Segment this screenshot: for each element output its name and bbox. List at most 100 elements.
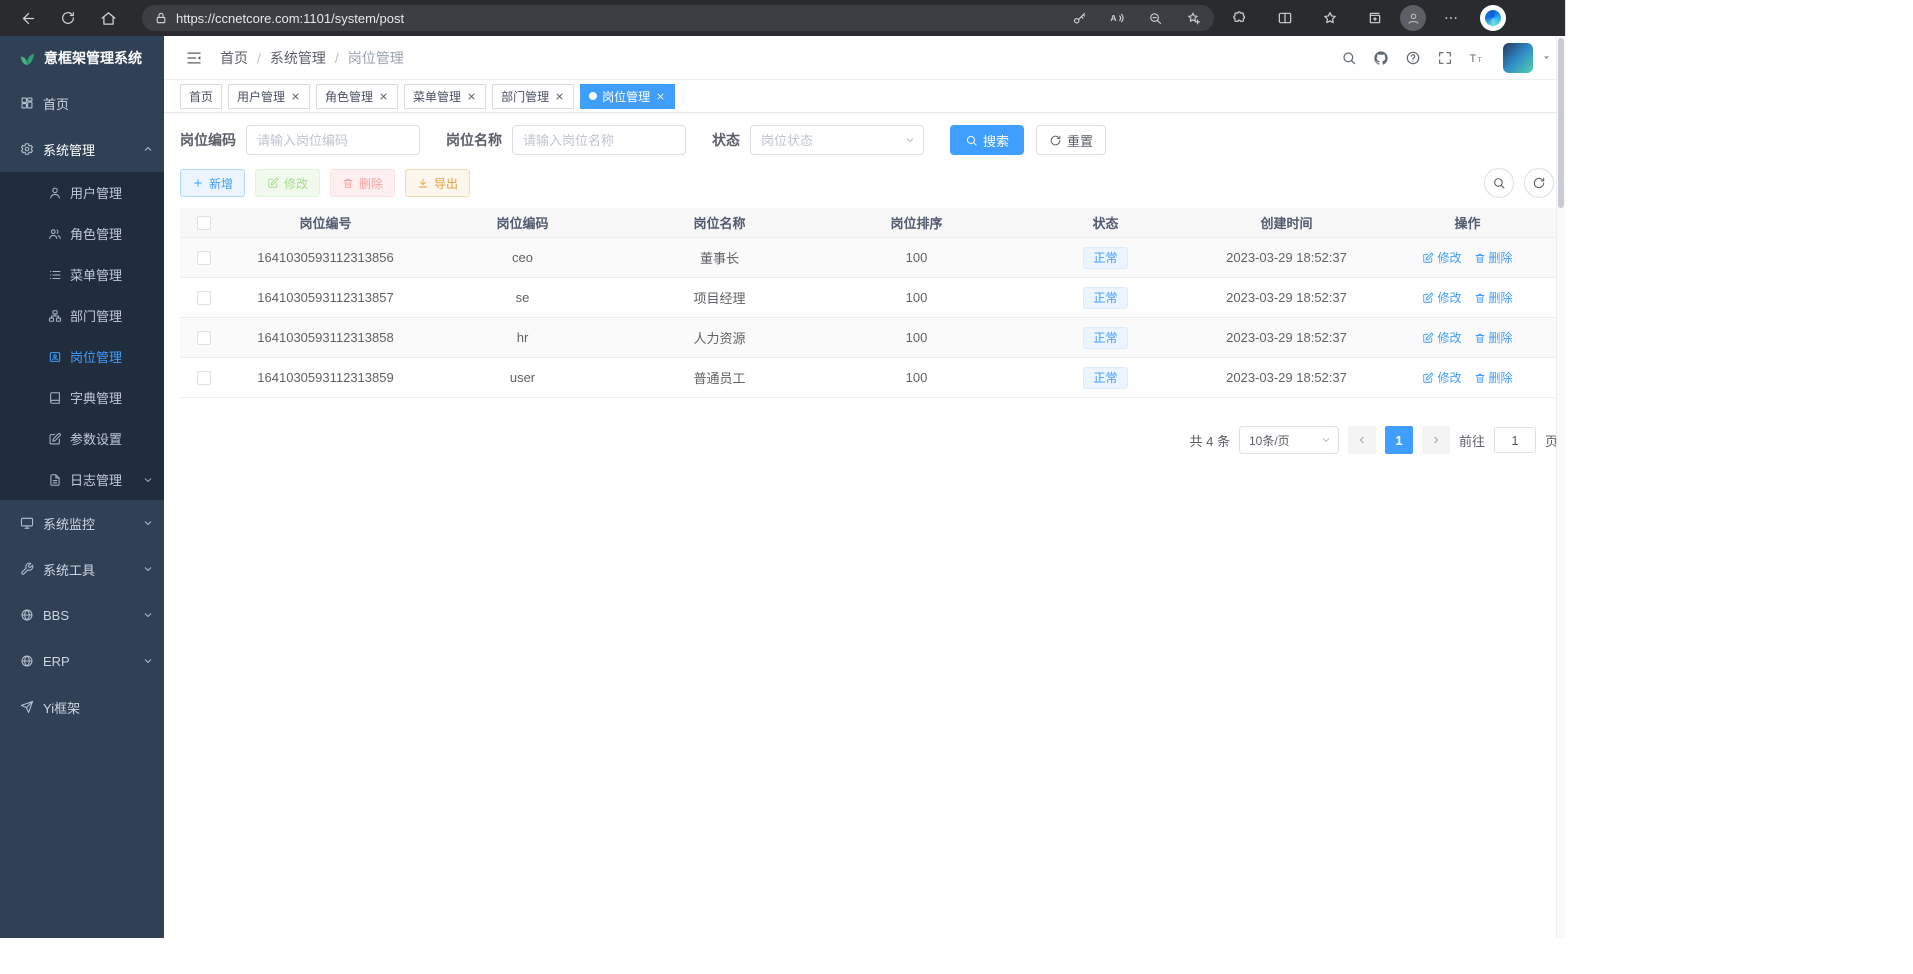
browser-profile-avatar[interactable] [1400,5,1426,31]
refresh-table-button[interactable] [1524,168,1554,198]
table-header-row: 岗位编号 岗位编码 岗位名称 岗位排序 状态 创建时间 操作 [180,208,1558,238]
site-security-icon[interactable] [154,11,168,25]
plus-icon [192,177,204,189]
table-row: 1641030593112313858 hr 人力资源 100 正常 2023-… [180,318,1558,358]
row-checkbox[interactable] [197,291,211,305]
row-edit-link[interactable]: 修改 [1422,289,1461,306]
zoom-out-button[interactable] [1140,6,1170,30]
sidebar-item-dept-management[interactable]: 部门管理 [0,295,164,336]
read-aloud-button[interactable]: A [1102,6,1132,30]
split-screen-button[interactable] [1265,3,1305,33]
search-button-label: 搜索 [983,131,1009,150]
row-delete-link[interactable]: 删除 [1474,369,1513,386]
page-scrollbar[interactable] [1556,36,1565,938]
close-icon[interactable] [554,91,565,102]
sidebar-item-role-management[interactable]: 角色管理 [0,213,164,254]
sidebar-item-yi-framework[interactable]: Yi框架 [0,684,164,730]
tab-home[interactable]: 首页 [180,84,222,109]
sidebar-item-user-management[interactable]: 用户管理 [0,172,164,213]
tab-menu-management[interactable]: 菜单管理 [404,84,486,109]
row-checkbox[interactable] [197,371,211,385]
url-text[interactable]: https://ccnetcore.com:1101/system/post [176,11,1056,26]
user-avatar[interactable] [1503,43,1533,73]
extensions-button[interactable] [1220,3,1260,33]
page-number-button[interactable]: 1 [1385,426,1413,454]
sidebar-item-param-settings[interactable]: 参数设置 [0,418,164,459]
row-delete-link[interactable]: 删除 [1474,289,1513,306]
row-edit-link[interactable]: 修改 [1422,249,1461,266]
sidebar-item-home[interactable]: 首页 [0,80,164,126]
sidebar-collapse-button[interactable] [178,42,210,74]
delete-link-label: 删除 [1489,369,1513,386]
row-checkbox[interactable] [197,251,211,265]
scrollbar-thumb[interactable] [1558,38,1564,208]
edit-button[interactable]: 修改 [255,169,320,197]
favorites-button[interactable] [1310,3,1350,33]
collections-button[interactable] [1355,3,1395,33]
sidebar-item-log-management[interactable]: 日志管理 [0,459,164,500]
sidebar-item-label: 菜单管理 [70,265,122,284]
close-icon[interactable] [655,91,666,102]
status-select-input[interactable] [750,125,924,155]
browser-refresh-button[interactable] [48,3,88,33]
row-delete-link[interactable]: 删除 [1474,329,1513,346]
sidebar-item-system-monitor[interactable]: 系统监控 [0,500,164,546]
sidebar-item-erp[interactable]: ERP [0,638,164,684]
next-page-button[interactable] [1422,426,1450,454]
sidebar-item-menu-management[interactable]: 菜单管理 [0,254,164,295]
export-button[interactable]: 导出 [405,169,470,197]
add-favorite-button[interactable] [1178,6,1208,30]
address-bar[interactable]: https://ccnetcore.com:1101/system/post A [142,5,1214,31]
tab-label: 用户管理 [237,88,285,105]
close-icon[interactable] [466,91,477,102]
post-name-input[interactable] [512,125,686,155]
row-delete-link[interactable]: 删除 [1474,249,1513,266]
prev-page-button[interactable] [1348,426,1376,454]
send-icon [20,700,34,714]
sidebar-item-system-management[interactable]: 系统管理 [0,126,164,172]
row-edit-link[interactable]: 修改 [1422,329,1461,346]
sidebar-item-system-tools[interactable]: 系统工具 [0,546,164,592]
browser-settings-button[interactable] [1431,3,1471,33]
post-code-input[interactable] [246,125,420,155]
sidebar-item-label: Yi框架 [43,698,80,717]
goto-page-input[interactable] [1494,427,1536,453]
sidebar-item-dict-management[interactable]: 字典管理 [0,377,164,418]
breadcrumb-home[interactable]: 首页 [220,48,248,68]
tab-post-management[interactable]: 岗位管理 [580,84,675,109]
add-button[interactable]: 新增 [180,169,245,197]
reset-button[interactable]: 重置 [1036,125,1106,155]
tab-role-management[interactable]: 角色管理 [316,84,398,109]
header-actions: TT [1334,43,1552,73]
select-all-checkbox[interactable] [197,216,211,230]
sidebar-item-post-management[interactable]: 岗位管理 [0,336,164,377]
copilot-button[interactable] [1480,5,1506,31]
delete-button[interactable]: 删除 [330,169,395,197]
breadcrumb-system[interactable]: 系统管理 [248,48,326,68]
page-size-select[interactable]: 10条/页 [1239,426,1339,454]
sidebar-item-label: 系统监控 [43,514,95,533]
help-button[interactable] [1398,43,1427,72]
browser-home-button[interactable] [88,3,128,33]
status-select[interactable] [750,125,924,155]
header-search-button[interactable] [1334,43,1363,72]
toggle-search-button[interactable] [1484,168,1514,198]
github-button[interactable] [1366,43,1395,72]
cell-post-sort: 100 [818,358,1015,397]
fullscreen-button[interactable] [1430,43,1459,72]
tab-dept-management[interactable]: 部门管理 [492,84,574,109]
tab-user-management[interactable]: 用户管理 [228,84,310,109]
row-checkbox[interactable] [197,331,211,345]
caret-down-icon[interactable] [1541,52,1552,63]
delete-button-label: 删除 [359,175,383,192]
password-key-button[interactable] [1064,6,1094,30]
breadcrumb-current: 岗位管理 [326,48,404,68]
font-size-button[interactable]: TT [1462,43,1491,72]
search-button[interactable]: 搜索 [950,125,1024,155]
close-icon[interactable] [290,91,301,102]
browser-back-button[interactable] [8,3,48,33]
cell-post-id: 1641030593112313856 [227,238,424,277]
close-icon[interactable] [378,91,389,102]
row-edit-link[interactable]: 修改 [1422,369,1461,386]
sidebar-item-bbs[interactable]: BBS [0,592,164,638]
